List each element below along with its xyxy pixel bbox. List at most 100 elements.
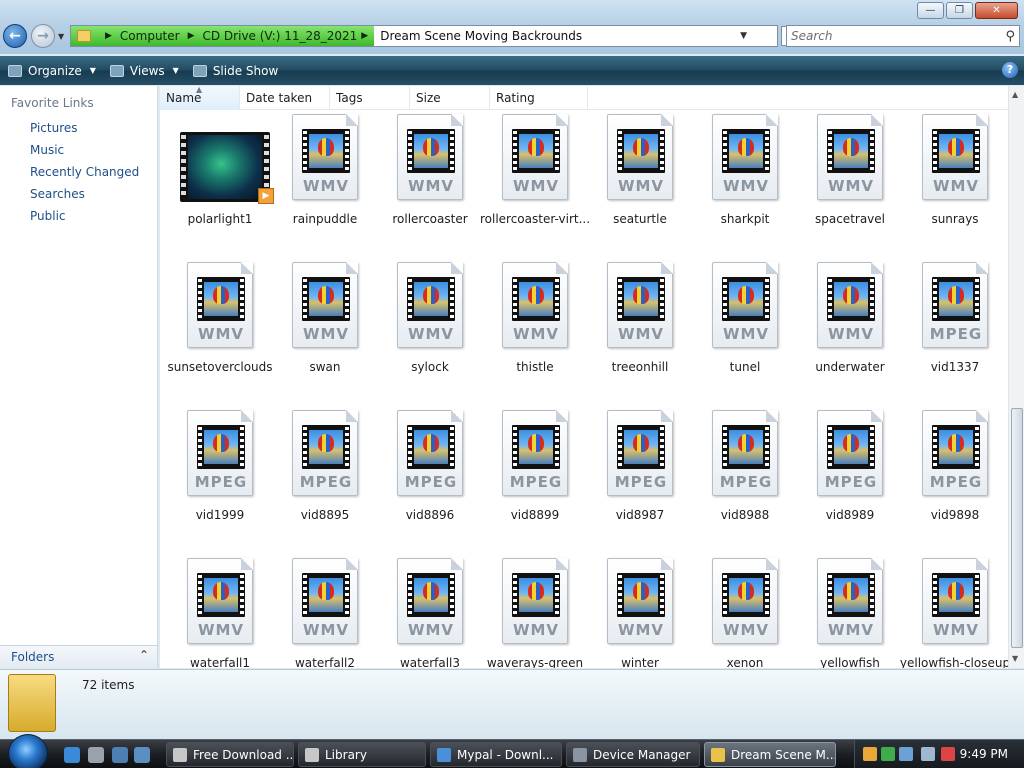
file-extension-label: WMV: [617, 621, 665, 639]
breadcrumb-separator-icon[interactable]: ▶: [361, 31, 368, 41]
file-item[interactable]: WMV sylock: [380, 262, 480, 392]
file-item[interactable]: MPEG vid8989: [800, 410, 900, 540]
nav-item-pictures[interactable]: Pictures: [6, 119, 78, 137]
security-shield-icon[interactable]: [863, 747, 877, 761]
file-name: waverays-green: [486, 656, 584, 668]
forward-button[interactable]: →: [31, 24, 55, 48]
file-item[interactable]: WMV treeonhill: [590, 262, 690, 392]
column-header-date-taken[interactable]: Date taken: [240, 86, 330, 110]
chevron-down-icon: ▼: [172, 66, 179, 75]
minimize-button[interactable]: —: [917, 2, 944, 19]
file-item[interactable]: ▶ polarlight1: [170, 114, 274, 244]
file-item[interactable]: MPEG vid1337: [905, 262, 1005, 392]
folders-toggle[interactable]: Folders ⌃: [0, 645, 158, 669]
file-item[interactable]: WMV rollercoaster: [380, 114, 480, 244]
nav-item-recently-changed[interactable]: Recently Changed: [6, 163, 139, 181]
file-item[interactable]: MPEG vid9898: [905, 410, 1005, 540]
filmstrip-icon: [512, 129, 560, 173]
help-button[interactable]: ?: [1002, 62, 1018, 78]
filmstrip-icon: [197, 277, 245, 321]
file-item[interactable]: WMV winter: [590, 558, 690, 668]
search-input[interactable]: Search ⚲: [786, 25, 1020, 47]
search-icon[interactable]: ⚲: [1005, 27, 1015, 47]
safely-remove-icon[interactable]: [881, 747, 895, 761]
file-item[interactable]: MPEG vid8988: [695, 410, 795, 540]
scroll-thumb[interactable]: [1011, 408, 1023, 648]
taskbar-item-free-download[interactable]: Free Download ...: [166, 742, 294, 767]
nav-item-public[interactable]: Public: [6, 207, 66, 225]
slideshow-button[interactable]: Slide Show: [192, 64, 278, 78]
windows-update-icon[interactable]: [899, 747, 913, 761]
file-item[interactable]: WMV underwater: [800, 262, 900, 392]
recent-pages-dropdown[interactable]: ▼: [58, 32, 64, 41]
public-folder-icon: [6, 209, 21, 223]
close-button[interactable]: ✕: [975, 2, 1018, 19]
nav-item-searches[interactable]: Searches: [6, 185, 85, 203]
back-button[interactable]: ←: [3, 24, 27, 48]
file-item[interactable]: WMV yellowfish: [800, 558, 900, 668]
file-item[interactable]: WMV yellowfish-closeup: [900, 558, 1008, 668]
breadcrumb-item-computer[interactable]: ▶ Computer: [97, 29, 180, 43]
filmstrip-icon: [512, 573, 560, 617]
file-item[interactable]: WMV sunsetoverclouds: [167, 262, 273, 392]
file-extension-label: WMV: [617, 325, 665, 343]
taskbar-item-dream-scene[interactable]: Dream Scene M...: [704, 742, 836, 767]
file-item[interactable]: WMV sharkpit: [695, 114, 795, 244]
start-button[interactable]: [8, 734, 48, 768]
breadcrumb-current-folder[interactable]: Dream Scene Moving Backrounds: [380, 29, 582, 43]
quicklaunch-app-icon[interactable]: [88, 747, 104, 763]
file-item[interactable]: WMV thistle: [485, 262, 585, 392]
scroll-up-icon[interactable]: ▲: [1012, 90, 1018, 99]
file-extension-label: WMV: [302, 177, 350, 195]
views-button[interactable]: Views ▼: [109, 64, 179, 78]
vertical-scrollbar[interactable]: ▲ ▼: [1008, 86, 1024, 668]
clock[interactable]: 9:49 PM: [960, 747, 1008, 761]
file-name: vid8989: [825, 508, 875, 522]
maximize-button[interactable]: ❐: [946, 2, 973, 19]
nav-item-music[interactable]: Music: [6, 141, 64, 159]
taskbar-item-library[interactable]: Library: [298, 742, 426, 767]
address-dropdown-icon[interactable]: ▼: [740, 31, 747, 41]
file-item[interactable]: WMV tunel: [695, 262, 795, 392]
organize-icon: [8, 64, 22, 77]
file-item[interactable]: MPEG vid8895: [275, 410, 375, 540]
file-name: polarlight1: [187, 212, 253, 226]
file-item[interactable]: MPEG vid8896: [380, 410, 480, 540]
file-item[interactable]: MPEG vid8899: [485, 410, 585, 540]
switch-windows-icon[interactable]: [134, 747, 150, 763]
file-item[interactable]: WMV waverays-green: [485, 558, 585, 668]
volume-muted-icon[interactable]: [941, 747, 955, 761]
address-bar[interactable]: ▶ Computer ▶ CD Drive (V:) 11_28_2021 ▶ Dr…: [70, 25, 801, 47]
breadcrumb-item-cd-drive[interactable]: ▶ CD Drive (V:) 11_28_2021: [180, 29, 358, 43]
file-item[interactable]: WMV rollercoaster-virt...: [480, 114, 590, 244]
taskbar-item-device-manager[interactable]: Device Manager: [566, 742, 700, 767]
file-name: rollercoaster: [392, 212, 468, 226]
column-header-size[interactable]: Size: [410, 86, 490, 110]
file-item[interactable]: WMV waterfall3: [380, 558, 480, 668]
taskbar-item-mypal[interactable]: Mypal - Downl...: [430, 742, 562, 767]
organize-button[interactable]: Organize ▼: [8, 64, 96, 78]
file-name: sunsetoverclouds: [167, 360, 273, 374]
file-item[interactable]: WMV waterfall1: [170, 558, 270, 668]
column-header-tags[interactable]: Tags: [330, 86, 410, 110]
file-item[interactable]: WMV rainpuddle: [275, 114, 375, 244]
file-item[interactable]: MPEG vid8987: [590, 410, 690, 540]
file-item[interactable]: WMV sunrays: [905, 114, 1005, 244]
video-file-icon: WMV: [922, 558, 988, 644]
network-icon[interactable]: [921, 747, 935, 761]
column-header-rating[interactable]: Rating: [490, 86, 588, 110]
file-item[interactable]: WMV swan: [275, 262, 375, 392]
file-item[interactable]: WMV seaturtle: [590, 114, 690, 244]
file-item[interactable]: WMV xenon: [695, 558, 795, 668]
file-item[interactable]: WMV spacetravel: [800, 114, 900, 244]
file-item[interactable]: MPEG vid1999: [170, 410, 270, 540]
file-item[interactable]: WMV waterfall2: [275, 558, 375, 668]
scroll-down-icon[interactable]: ▼: [1012, 654, 1018, 663]
show-desktop-icon[interactable]: [112, 747, 128, 763]
column-header-name[interactable]: ▲ Name: [160, 86, 240, 110]
navigation-pane: Favorite Links Pictures Music Recently C…: [0, 86, 158, 668]
file-extension-label: MPEG: [824, 473, 878, 491]
file-name: sylock: [411, 360, 449, 374]
file-name: thistle: [516, 360, 554, 374]
ie-icon[interactable]: [64, 747, 80, 763]
